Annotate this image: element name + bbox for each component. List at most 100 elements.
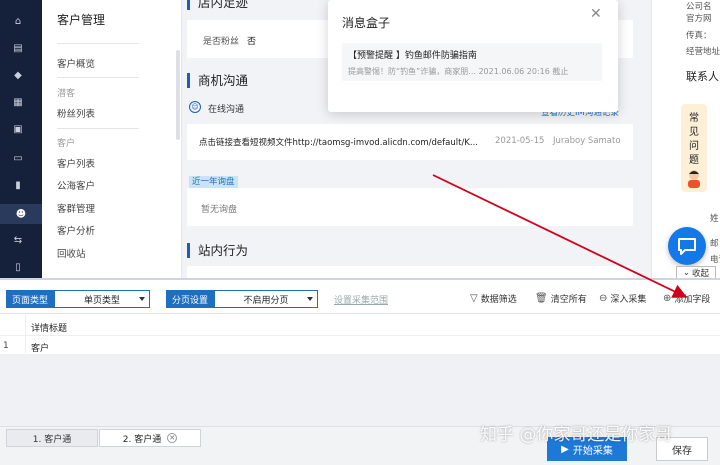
tab-task-1-label: 1. 客户通 [32, 434, 72, 445]
plus-circle-icon: ⊕ [663, 293, 672, 304]
faq-widget[interactable]: 常 见 问 题 [681, 104, 707, 192]
browser-page: ⌂ ▤ ◆ ▦ ▣ ▭ ▮ ☻ ⇆ ▯ 客户管理 客户概览 潜客 粉丝列表 客户… [0, 0, 720, 278]
pagination-value: 不启用分页 [243, 295, 289, 306]
contact-email-label: 邮 [710, 239, 719, 249]
grid-header-detail-title[interactable]: 详情标题 [31, 321, 67, 334]
exchange-icon[interactable]: ⇆ [11, 233, 25, 247]
popup-message-item[interactable]: 【预警提醒 】钓鱼邮件防骗指南 提高警惕！防“钓鱼”诈骗，商家朋... 2021… [342, 43, 602, 81]
watermark-text: 知乎 @你家哥还是你家哥 [480, 425, 673, 445]
company-name-label: 公司名 [686, 2, 712, 12]
grid-header-row: 详情标题 [0, 317, 720, 336]
section-store-trace: 店内足迹 [187, 0, 248, 10]
close-icon[interactable]: ✕ [590, 6, 602, 22]
fax-label: 传真： [686, 31, 712, 41]
popup-title: 消息盒子 [342, 16, 391, 30]
contact-heading: 联系人 [686, 70, 719, 83]
tab-task-1[interactable]: 1. 客户通 [6, 429, 98, 447]
collapse-label: 收起 [692, 269, 710, 278]
subnav-item-customer-list[interactable]: 客户列表 [57, 156, 95, 170]
add-field-button[interactable]: ⊕ 添加字段 [663, 292, 710, 305]
dropdown-arrow-icon [139, 297, 145, 301]
contact-name-label: 姓 [710, 214, 719, 224]
add-field-label: 添加字段 [674, 295, 711, 305]
subnav-item-recycle-bin[interactable]: 回收站 [57, 246, 86, 260]
grid-column-divider [25, 314, 26, 353]
deep-collect-button[interactable]: ⊖ 深入采集 [599, 292, 646, 305]
message-date: 2021-05-15 [495, 136, 545, 146]
inquiry-card: 暂无询盘 [187, 188, 633, 226]
dropdown-arrow-icon [307, 297, 313, 301]
no-inquiry-text: 暂无询盘 [201, 205, 238, 215]
fan-value: 否 [247, 37, 257, 47]
subnav-group-customers: 客户 [57, 139, 76, 149]
subnav-scrollbar[interactable] [176, 50, 180, 140]
apps-icon[interactable]: ▦ [11, 95, 25, 109]
subnav-group-prospects: 潜客 [57, 89, 76, 99]
sub-navigation: 客户管理 客户概览 潜客 粉丝列表 客户 客户列表 公海客户 客群管理 客户分析… [42, 0, 182, 278]
message-box-popup: 消息盒子 ✕ 【预警提醒 】钓鱼邮件防骗指南 提高警惕！防“钓鱼”诈骗，商家朋.… [328, 0, 618, 112]
message-sender: Juraboy Samato [553, 136, 621, 146]
subnav-item-fans[interactable]: 粉丝列表 [57, 106, 95, 120]
tab-task-2-label: 2. 客户通 [122, 434, 162, 445]
row-cell[interactable]: 客户 [31, 341, 49, 354]
close-tab-icon[interactable]: ✕ [167, 433, 178, 443]
play-icon: ▶ [561, 443, 569, 455]
users-icon[interactable]: ☻ [0, 204, 42, 224]
filter-icon: ▽ [470, 293, 478, 304]
official-site-label: 官方网 [686, 14, 712, 24]
grid-empty-area [0, 354, 720, 426]
clear-all-button[interactable]: 🗑 清空所有 [535, 292, 587, 305]
faq-char: 常 [689, 113, 699, 124]
subnav-item-analysis[interactable]: 客户分析 [57, 223, 95, 237]
section-business-chat: 商机沟通 [187, 73, 248, 88]
subnav-divider [57, 77, 139, 78]
fan-label: 是否粉丝 [203, 37, 240, 47]
subnav-item-public-customers[interactable]: 公海客户 [57, 178, 95, 192]
subnav-item-segments[interactable]: 客群管理 [57, 201, 95, 215]
data-filter-button[interactable]: ▽ 数据筛选 [470, 292, 517, 305]
tab-task-2[interactable]: 2. 客户通 ✕ [99, 429, 201, 447]
faq-char: 见 [689, 127, 699, 138]
clear-all-label: 清空所有 [550, 295, 587, 305]
chevron-down-icon: ⌄ [682, 268, 691, 278]
link-icon: ⊖ [599, 293, 608, 304]
subnav-item-overview[interactable]: 客户概览 [57, 56, 95, 70]
chat-smile-icon: ☺ [189, 101, 201, 113]
contact-phone-label: 电话 [710, 255, 720, 265]
support-agent-icon [688, 170, 700, 188]
site-behavior-card [187, 266, 633, 278]
page-type-select[interactable]: 单页类型 [54, 290, 150, 308]
online-chat-label: 在线沟通 [208, 105, 245, 115]
collector-toolbar: 页面类型 单页类型 分页设置 不启用分页 设置采集范围 ▽ 数据筛选 🗑 清空所… [0, 280, 720, 314]
popup-item-summary: 提高警惕！防“钓鱼”诈骗，商家朋... 2021.06.06 20:16 截止 [348, 67, 569, 76]
chat-bubble-icon [678, 238, 696, 255]
trash-icon: 🗑 [535, 293, 548, 304]
page-type-value: 单页类型 [83, 295, 120, 306]
row-index: 1 [3, 341, 9, 351]
icon-sidebar: ⌂ ▤ ◆ ▦ ▣ ▭ ▮ ☻ ⇆ ▯ [0, 0, 42, 278]
page-type-label: 页面类型 [6, 290, 54, 308]
message-icon[interactable]: ▭ [11, 151, 25, 165]
calendar-icon[interactable]: ▣ [11, 122, 25, 136]
pagination-select[interactable]: 不启用分页 [214, 290, 318, 308]
section-site-behavior: 站内行为 [187, 243, 248, 258]
popup-item-title: 【预警提醒 】钓鱼邮件防骗指南 [348, 51, 477, 61]
deep-collect-label: 深入采集 [610, 295, 647, 305]
subnav-divider [57, 128, 139, 129]
data-filter-label: 数据筛选 [480, 295, 517, 305]
clipboard-icon[interactable]: ▯ [11, 260, 25, 274]
chat-float-button[interactable] [668, 227, 706, 265]
shield-icon[interactable]: ◆ [11, 68, 25, 82]
home-icon[interactable]: ⌂ [11, 14, 25, 28]
address-label: 经营地址 [686, 47, 720, 57]
subnav-title: 客户管理 [57, 13, 106, 27]
chart-icon[interactable]: ▮ [11, 178, 25, 192]
faq-char: 题 [689, 155, 699, 166]
pagination-label: 分页设置 [166, 290, 214, 308]
message-text[interactable]: 点击链接查看短视频文件http://taomsg-imvod.alicdn.co… [199, 136, 478, 148]
collapse-button[interactable]: ⌄ 收起 [676, 266, 716, 278]
store-icon[interactable]: ▤ [11, 41, 25, 55]
collect-range-link[interactable]: 设置采集范围 [334, 293, 388, 306]
subnav-divider [57, 43, 139, 44]
faq-char: 问 [689, 141, 699, 152]
